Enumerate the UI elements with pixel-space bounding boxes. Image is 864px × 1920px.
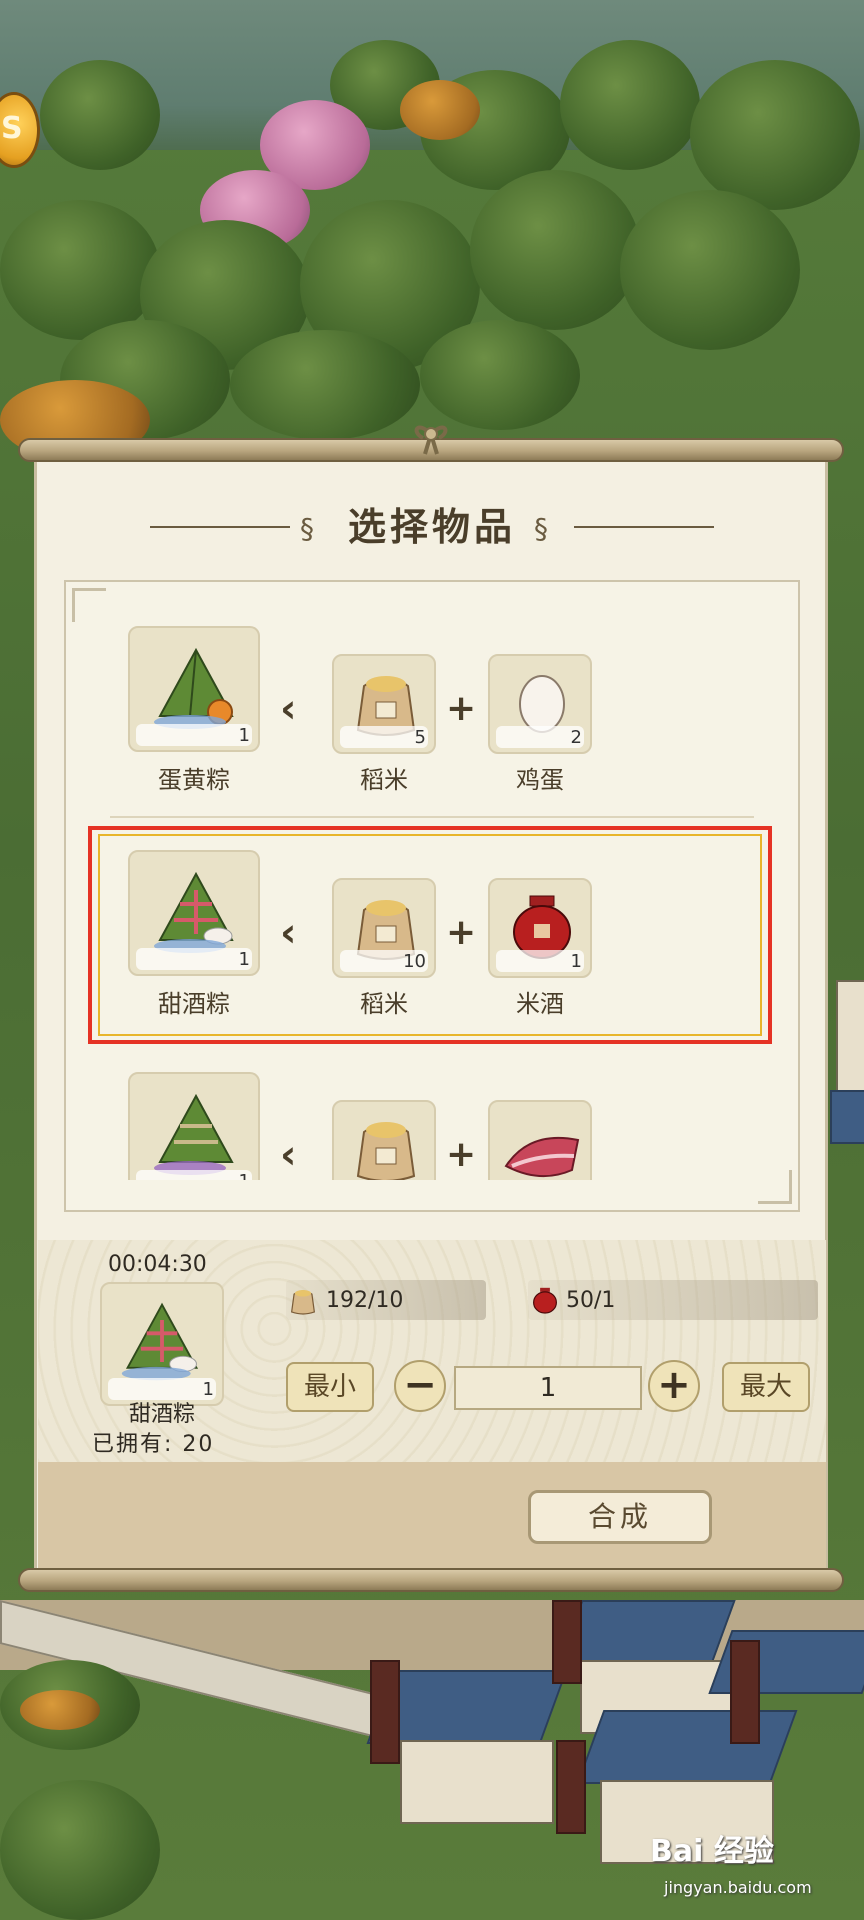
ingredient-label: 稻米 bbox=[360, 766, 408, 794]
sweet-wine-zongzi-icon bbox=[154, 871, 234, 953]
building-roof bbox=[576, 1710, 798, 1784]
ingredient-slot bbox=[332, 1100, 436, 1180]
quantity-field[interactable]: 1 bbox=[454, 1366, 642, 1410]
recipe-divider bbox=[110, 816, 754, 818]
tree bbox=[470, 170, 640, 330]
tree bbox=[620, 190, 800, 350]
ingredient-label: 鸡蛋 bbox=[516, 766, 564, 794]
meat-zongzi-icon bbox=[154, 1093, 234, 1175]
ingredient-count: 1 bbox=[570, 951, 582, 972]
tree bbox=[690, 60, 860, 210]
swirl-ornament-icon: § bbox=[300, 512, 314, 545]
craft-timer: 00:04:30 bbox=[108, 1252, 207, 1277]
result-count: 1 bbox=[238, 949, 250, 970]
craft-arrow-icon: ‹ bbox=[280, 1132, 297, 1178]
scroll-rod-bottom bbox=[18, 1568, 844, 1592]
count-background bbox=[136, 1170, 252, 1180]
owned-value: 20 bbox=[182, 1432, 215, 1457]
market-umbrella bbox=[20, 1690, 100, 1730]
tree bbox=[230, 330, 420, 440]
shop-banner bbox=[730, 1640, 760, 1744]
compose-button[interactable]: 合成 bbox=[528, 1490, 712, 1544]
result-slot[interactable]: 1 bbox=[128, 1072, 260, 1180]
count-background bbox=[136, 948, 252, 970]
dialog-title: 选择物品 bbox=[347, 505, 516, 549]
rice-sack-icon bbox=[356, 1122, 416, 1180]
owned-label: 已拥有: bbox=[92, 1432, 174, 1457]
building bbox=[400, 1740, 554, 1824]
baidu-watermark-url: jingyan.baidu.com bbox=[664, 1878, 812, 1897]
rice-wine-jar-icon bbox=[533, 1287, 557, 1314]
wine-stock: 50/1 bbox=[566, 1288, 616, 1313]
result-label: 甜酒粽 bbox=[158, 990, 230, 1018]
craft-arrow-icon: ‹ bbox=[280, 910, 297, 956]
plus-icon: + bbox=[446, 912, 477, 953]
pork-meat-icon bbox=[504, 1136, 580, 1178]
egg-yolk-zongzi-icon bbox=[154, 647, 234, 729]
tree bbox=[0, 1780, 160, 1920]
dialog-title-row: § 选择物品 § bbox=[0, 500, 864, 554]
autumn-tree bbox=[400, 80, 480, 140]
ingredient-slot: 2 bbox=[488, 654, 592, 754]
shop-banner bbox=[552, 1600, 582, 1684]
ingredient-slot bbox=[488, 1100, 592, 1180]
shop-banner bbox=[370, 1660, 400, 1764]
baidu-watermark-logo: Bai 经验 bbox=[650, 1834, 774, 1869]
tree bbox=[40, 60, 160, 170]
craft-arrow-icon: ‹ bbox=[280, 686, 297, 732]
craft-item-name: 甜酒粽 bbox=[128, 1402, 195, 1427]
shop-banner bbox=[556, 1740, 586, 1834]
plus-icon: + bbox=[446, 688, 477, 729]
rice-stock: 192/10 bbox=[326, 1288, 404, 1313]
decrease-button[interactable]: − bbox=[394, 1360, 446, 1412]
plus-icon: + bbox=[446, 1134, 477, 1175]
ingredient-label: 稻米 bbox=[360, 990, 408, 1018]
title-divider-right bbox=[574, 526, 714, 528]
title-divider-left bbox=[150, 526, 290, 528]
ingredient-count: 10 bbox=[403, 951, 426, 972]
result-count: 1 bbox=[239, 1171, 250, 1180]
result-slot[interactable]: 1 bbox=[128, 850, 260, 976]
craft-item-slot: 1 bbox=[100, 1282, 224, 1406]
frame-corner-ornament bbox=[72, 588, 106, 622]
ingredient-slot: 5 bbox=[332, 654, 436, 754]
ingredient-count: 5 bbox=[414, 727, 426, 748]
owned-count: 已拥有: 20 bbox=[92, 1426, 214, 1458]
max-button[interactable]: 最大 bbox=[722, 1362, 810, 1412]
ingredient-count: 2 bbox=[570, 727, 582, 748]
building-roof bbox=[558, 1600, 736, 1664]
tree bbox=[0, 200, 160, 340]
knot-ornament-icon bbox=[414, 425, 448, 455]
swirl-ornament-icon: § bbox=[534, 512, 548, 545]
increase-button[interactable]: + bbox=[648, 1360, 700, 1412]
tree bbox=[560, 40, 700, 170]
ingredient-slot: 10 bbox=[332, 878, 436, 978]
count-background bbox=[136, 724, 252, 746]
rice-sack-icon bbox=[290, 1290, 316, 1315]
result-count: 1 bbox=[238, 725, 250, 746]
ingredient-slot: 1 bbox=[488, 878, 592, 978]
result-slot[interactable]: 1 bbox=[128, 626, 260, 752]
min-button[interactable]: 最小 bbox=[286, 1362, 374, 1412]
result-label: 蛋黄粽 bbox=[158, 766, 230, 794]
sweet-wine-zongzi-icon bbox=[121, 1302, 199, 1381]
ingredient-label: 米酒 bbox=[516, 990, 564, 1018]
